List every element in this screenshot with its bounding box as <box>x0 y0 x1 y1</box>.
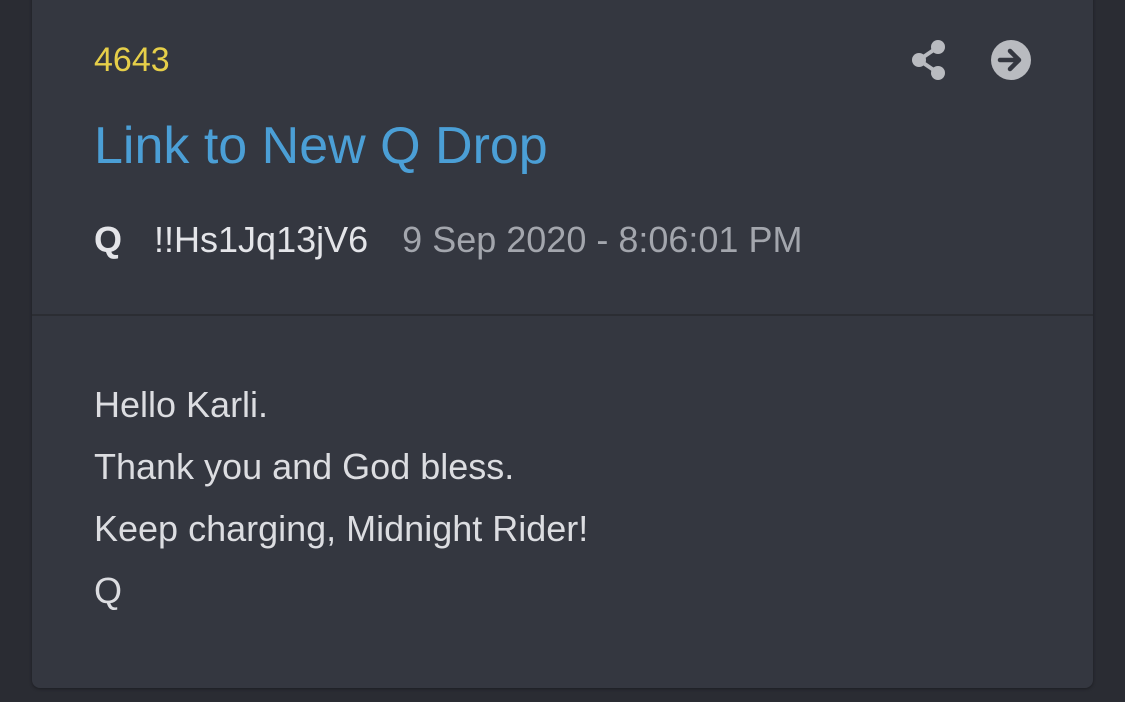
tripcode: !!Hs1Jq13jV6 <box>154 219 369 260</box>
share-icon <box>912 40 945 80</box>
author-name: Q <box>94 219 123 260</box>
open-post-button[interactable] <box>989 38 1033 82</box>
body-line: Hello Karli. <box>94 384 269 425</box>
post-actions <box>907 38 1033 82</box>
post-body: Hello Karli. Thank you and God bless. Ke… <box>94 374 588 622</box>
post-number: 4643 <box>94 41 170 79</box>
post-title-link[interactable]: Link to New Q Drop <box>94 116 548 176</box>
share-button[interactable] <box>907 38 951 82</box>
arrow-right-circle-icon <box>991 40 1031 80</box>
body-line: Keep charging, Midnight Rider! <box>94 508 589 549</box>
post-timestamp: 9 Sep 2020 - 8:06:01 PM <box>402 219 803 260</box>
body-line: Q <box>94 570 123 611</box>
body-line: Thank you and God bless. <box>94 446 515 487</box>
post-meta: Q !!Hs1Jq13jV6 9 Sep 2020 - 8:06:01 PM <box>94 218 802 262</box>
divider <box>32 314 1093 316</box>
post-card: 4643 Link to New Q Drop Q !!Hs1Jq13jV6 9… <box>32 0 1093 688</box>
